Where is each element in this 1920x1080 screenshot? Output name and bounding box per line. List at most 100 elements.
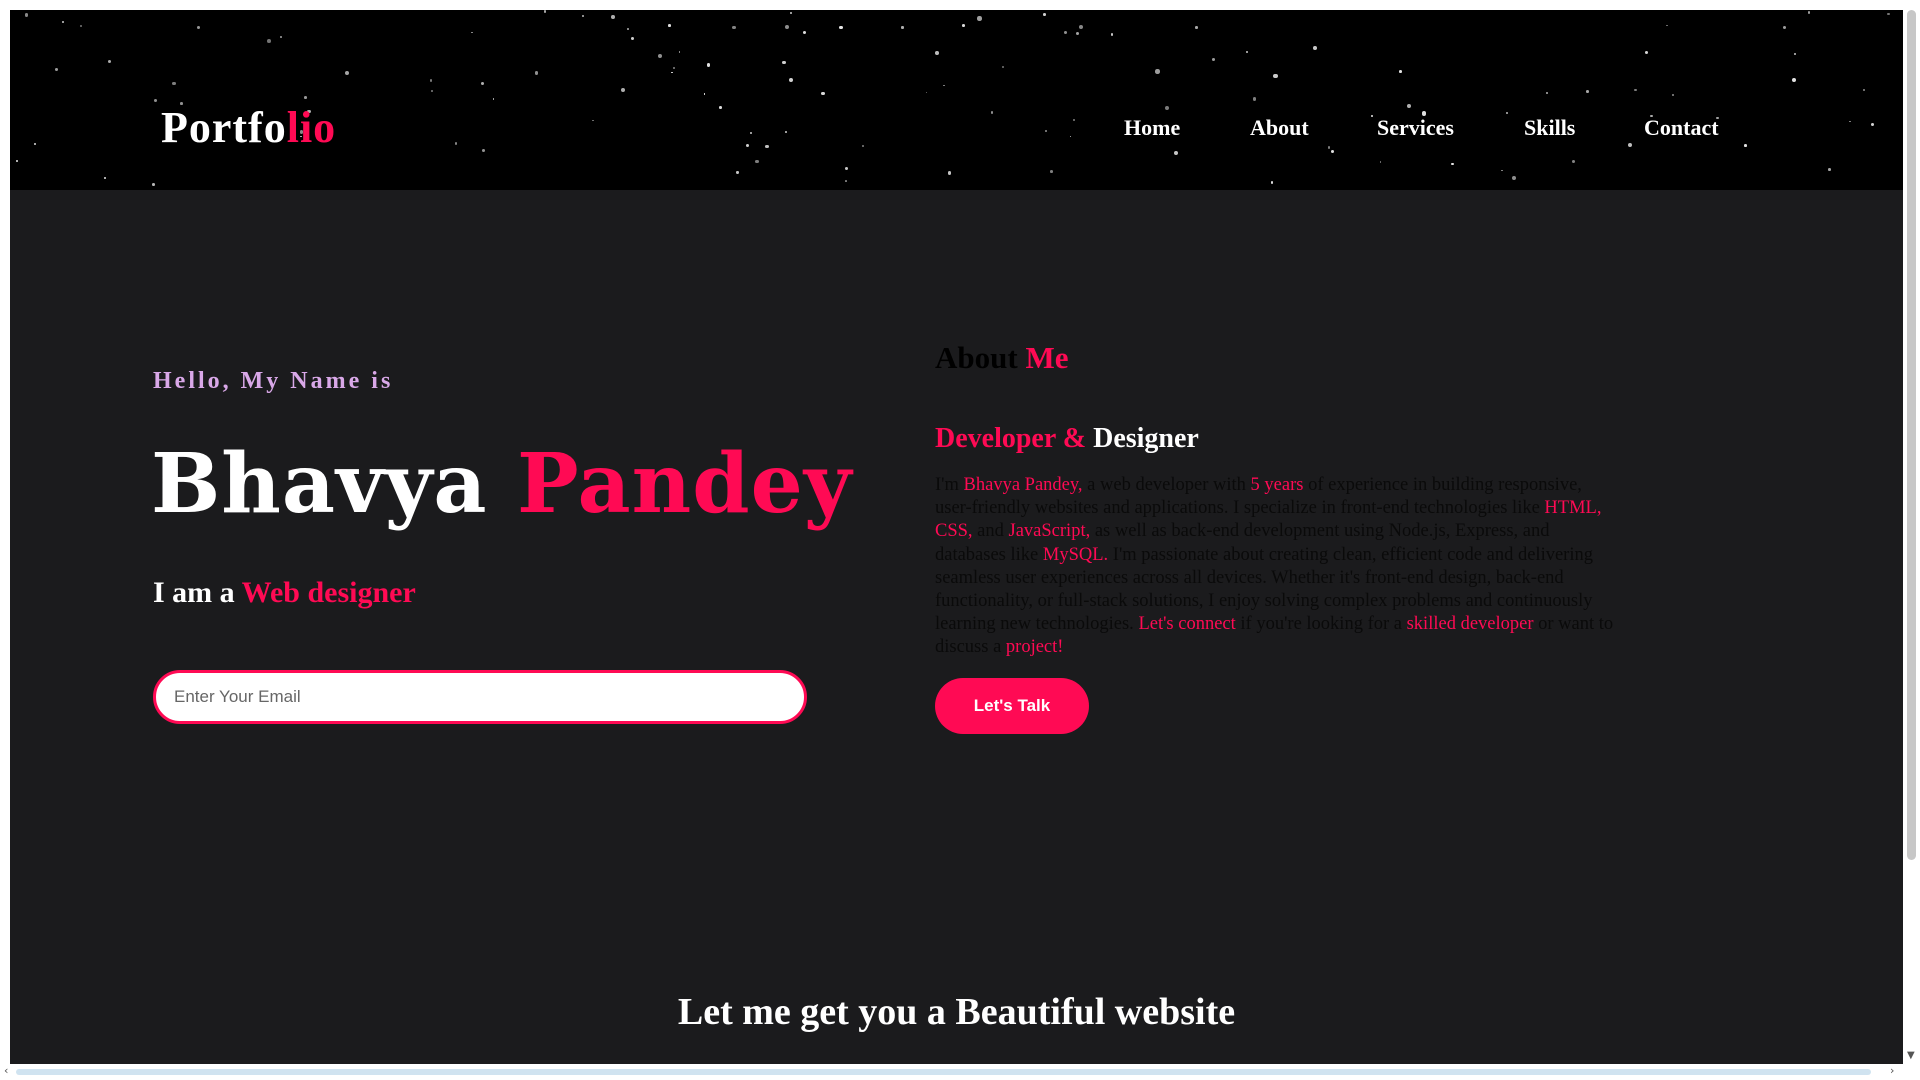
star-dot	[991, 111, 994, 114]
star-dot	[1252, 97, 1256, 101]
star-dot	[1195, 26, 1198, 29]
star-dot	[1371, 114, 1373, 117]
star-dot	[1270, 181, 1274, 184]
star-dot	[33, 142, 36, 145]
site-header: Portfolio Home About Services Skills Con…	[10, 10, 1903, 190]
hero-name: Bhavya Pandey	[151, 436, 852, 532]
star-dot	[1672, 93, 1675, 96]
vertical-scrollbar-thumb[interactable]	[1907, 10, 1916, 860]
star-dot	[172, 81, 176, 86]
star-dot	[196, 25, 201, 30]
nav-item-skills[interactable]: Skills	[1524, 115, 1575, 141]
star-dot	[620, 88, 626, 93]
star-dot	[1327, 146, 1331, 150]
star-dot	[1155, 69, 1160, 74]
star-dot	[1399, 70, 1402, 73]
star-dot	[1887, 12, 1890, 15]
star-dot	[839, 25, 843, 30]
about-text-segment: I'm	[935, 475, 964, 495]
star-dot	[1273, 73, 1278, 78]
horizontal-scrollbar-thumb[interactable]	[16, 1069, 1871, 1075]
star-dot	[943, 84, 946, 87]
scroll-down-arrow-icon[interactable]: ▼	[1907, 1050, 1915, 1061]
about-highlight-javascript: JavaScript,	[1008, 521, 1091, 542]
star-dot	[961, 23, 965, 27]
email-input[interactable]	[153, 670, 807, 724]
star-dot	[1506, 111, 1509, 114]
star-dot	[454, 142, 458, 145]
star-dot	[631, 37, 635, 41]
star-dot	[755, 159, 759, 164]
logo-text-accent: lio	[286, 103, 337, 152]
vertical-scrollbar[interactable]: ▼	[1903, 0, 1920, 1064]
star-dot	[668, 24, 671, 27]
star-dot	[482, 149, 486, 152]
star-dot	[1862, 89, 1865, 92]
hero-role: I am a Web designer	[153, 576, 416, 610]
hero-role-text: Web designer	[241, 576, 416, 609]
star-dot	[821, 91, 825, 96]
star-dot	[61, 20, 65, 24]
star-dot	[732, 25, 736, 29]
star-dot	[1331, 150, 1335, 154]
star-dot	[1792, 78, 1797, 83]
star-dot	[678, 50, 681, 53]
nav-item-home[interactable]: Home	[1124, 115, 1180, 141]
star-dot	[626, 28, 629, 30]
star-dot	[784, 25, 789, 30]
star-dot	[1211, 57, 1216, 62]
lets-talk-button[interactable]: Let's Talk	[935, 678, 1089, 734]
star-dot	[736, 171, 739, 174]
star-dot	[765, 145, 769, 149]
nav-item-services[interactable]: Services	[1377, 115, 1454, 141]
star-dot	[304, 95, 308, 99]
star-dot	[345, 71, 350, 76]
star-dot	[592, 119, 594, 122]
star-dot	[935, 50, 939, 55]
about-highlight-connect: Let's connect	[1138, 614, 1236, 635]
star-dot	[1174, 150, 1179, 155]
star-dot	[925, 91, 928, 94]
star-dot	[1110, 33, 1113, 36]
page-viewport: Portfolio Home About Services Skills Con…	[10, 10, 1903, 1064]
star-dot	[1586, 90, 1590, 94]
star-dot	[1246, 51, 1249, 54]
nav-item-contact[interactable]: Contact	[1644, 115, 1719, 141]
scroll-right-arrow-icon[interactable]: ›	[1890, 1064, 1894, 1077]
tagline-heading: Let me get you a Beautiful website	[677, 991, 1236, 1033]
star-dot	[1783, 25, 1787, 29]
about-highlight-project: project!	[1005, 637, 1064, 658]
star-dot	[1044, 129, 1048, 133]
about-title-accent: Me	[1025, 340, 1069, 375]
star-dot	[789, 11, 793, 15]
star-dot	[1043, 12, 1046, 16]
star-dot	[151, 183, 155, 186]
star-dot	[671, 71, 674, 74]
star-dot	[1545, 91, 1549, 95]
about-highlight-skilled: skilled developer	[1406, 614, 1534, 635]
site-logo[interactable]: Portfolio	[161, 102, 336, 153]
star-dot	[1002, 66, 1005, 69]
about-subtitle-main: Designer	[1093, 423, 1199, 454]
star-dot	[1407, 103, 1412, 108]
logo-text-main: Portfo	[161, 103, 287, 152]
star-dot	[1808, 11, 1811, 14]
scroll-left-arrow-icon[interactable]: ‹	[4, 1064, 8, 1077]
star-dot	[1871, 123, 1875, 127]
starfield-background	[10, 10, 1903, 190]
star-dot	[749, 132, 753, 135]
star-dot	[1078, 25, 1083, 30]
star-dot	[280, 36, 283, 38]
about-highlight-mysql: MySQL.	[1042, 544, 1109, 565]
star-dot	[1627, 143, 1632, 148]
horizontal-scrollbar[interactable]: ‹ ›	[0, 1064, 1920, 1080]
about-text-segment: a web developer with	[1082, 475, 1251, 495]
star-dot	[844, 167, 848, 171]
nav-item-about[interactable]: About	[1250, 115, 1309, 141]
star-dot	[1312, 45, 1317, 50]
about-title: About Me	[935, 340, 1068, 376]
star-dot	[947, 171, 952, 175]
star-dot	[492, 98, 495, 101]
star-dot	[471, 31, 473, 34]
hero-role-prefix: I am a	[153, 576, 235, 609]
